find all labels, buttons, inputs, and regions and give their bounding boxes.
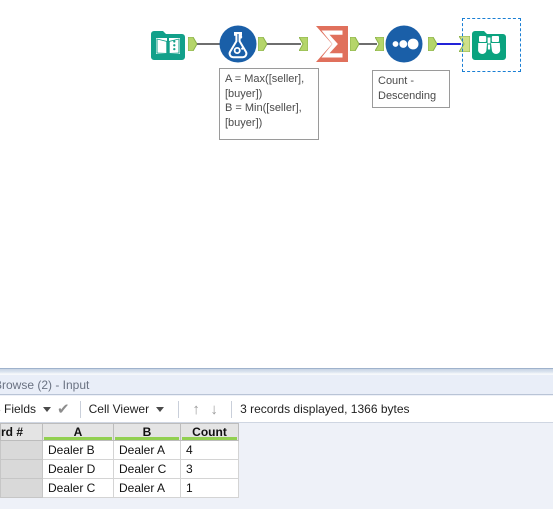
toolbar-separator [231,400,233,418]
sigma-icon [310,22,350,62]
alteryx-window: A = Max([seller], [buyer]) B = Min([sell… [0,0,553,509]
summarize-tool[interactable] [310,22,350,62]
cell-count[interactable]: 3 [180,459,239,479]
sort-annotation[interactable]: Count - Descending [372,70,450,108]
three-dots-icon [384,24,424,64]
chevron-down-icon [43,406,52,412]
workflow-canvas[interactable]: A = Max([seller], [buyer]) B = Min([sell… [0,0,553,368]
cell-b[interactable]: Dealer A [113,478,181,498]
connector-anchor-out-formula [257,36,268,52]
connector-anchor-in-sort [374,36,385,52]
column-header-count[interactable]: Count [180,423,239,441]
cell-a[interactable]: Dealer B [42,440,114,460]
column-type-indicator [44,437,112,440]
column-header-record-label: rd # [1,425,24,439]
input-data-tool[interactable] [148,24,188,64]
connector-anchor-out-sort [427,36,438,52]
connector-formula-to-summarize[interactable] [267,43,301,45]
cell-a[interactable]: Dealer C [42,478,114,498]
cell-b[interactable]: Dealer A [113,440,181,460]
checkmark-icon[interactable]: ✔ [57,402,70,417]
cell-record [0,440,43,460]
formula-annotation[interactable]: A = Max([seller], [buyer]) B = Min([sell… [219,68,319,140]
view-mode-dropdown[interactable]: Cell Viewer [89,396,170,422]
toolbar-separator [178,400,180,418]
scroll-down-icon[interactable]: ↓ [205,402,223,417]
flask-icon [218,24,258,64]
browse-results-panel: Browse (2) - Input 3 Fields ✔ Cell Viewe… [0,375,553,509]
results-toolbar[interactable]: 3 Fields ✔ Cell Viewer ↑ ↓ 3 records dis… [0,396,553,423]
formula-tool[interactable] [218,24,258,64]
toolbar-separator [79,400,81,418]
column-header-record[interactable]: rd # [0,423,43,441]
column-type-indicator [182,437,237,440]
column-header-b[interactable]: B [113,423,181,441]
sort-tool[interactable] [384,24,424,64]
column-type-indicator [115,437,179,440]
connector-sort-to-browse[interactable] [437,43,461,45]
browse-tool[interactable] [469,24,509,64]
fields-label: 3 Fields [0,402,37,416]
cell-count[interactable]: 4 [180,440,239,460]
panel-title-text: Browse (2) - Input [0,378,90,392]
connector-anchor-in-summarize [298,36,309,52]
cell-record [0,459,43,479]
scroll-up-icon[interactable]: ↑ [187,402,205,417]
cell-record [0,478,43,498]
results-table: rd # A B Count Dealer B Dealer A 4 Deale… [0,423,239,498]
column-header-a[interactable]: A [42,423,114,441]
table-row[interactable]: Dealer B Dealer A 4 [0,440,239,460]
book-icon [148,24,188,64]
table-row[interactable]: Dealer C Dealer A 1 [0,478,239,498]
connector-anchor-out-input [187,36,198,52]
table-row[interactable]: Dealer D Dealer C 3 [0,459,239,479]
chevron-down-icon [156,406,165,412]
fields-dropdown[interactable]: 3 Fields [0,396,57,422]
panel-title-bar: Browse (2) - Input [0,375,553,395]
results-grid[interactable]: rd # A B Count Dealer B Dealer A 4 Deale… [0,423,553,509]
cell-b[interactable]: Dealer C [113,459,181,479]
record-status-text: 3 records displayed, 1366 bytes [240,402,410,416]
cell-count[interactable]: 1 [180,478,239,498]
table-header-row: rd # A B Count [0,423,239,441]
cell-a[interactable]: Dealer D [42,459,114,479]
view-mode-label: Cell Viewer [88,402,150,416]
binoculars-icon [469,24,509,64]
